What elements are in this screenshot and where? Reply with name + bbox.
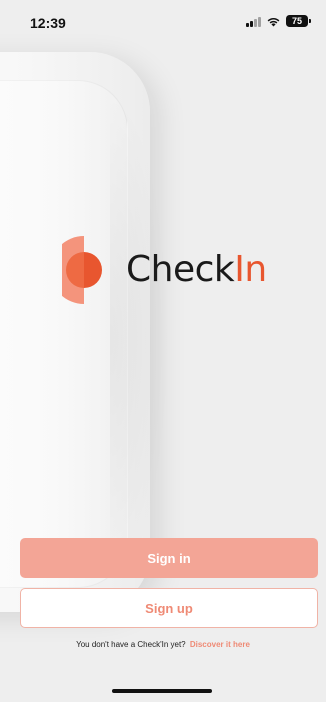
sign-in-button[interactable]: Sign in <box>20 538 318 578</box>
checkin-logo-mark-icon <box>62 236 106 304</box>
wifi-icon <box>266 16 281 27</box>
brand-wordmark-main: Check <box>126 249 235 290</box>
home-indicator[interactable] <box>112 689 212 693</box>
signal-icon <box>246 16 261 27</box>
brand-wordmark-accent: In <box>234 249 267 290</box>
discover-link[interactable]: Discover it here <box>190 640 250 649</box>
discover-question: You don't have a Check'In yet? <box>76 640 186 649</box>
discover-prompt: You don't have a Check'In yet? Discover … <box>0 640 326 649</box>
battery-icon: 75 <box>286 15 311 27</box>
background-shadow <box>110 90 170 590</box>
sign-up-button[interactable]: Sign up <box>20 588 318 628</box>
welcome-screen: 12:39 75 CheckIn Sign in Sign up You don… <box>0 0 326 702</box>
status-bar: 12:39 75 <box>0 0 326 44</box>
brand-logo: CheckIn <box>62 236 267 304</box>
status-time: 12:39 <box>30 15 66 31</box>
background-device-inner <box>0 80 128 588</box>
brand-wordmark: CheckIn <box>126 252 267 288</box>
status-icons: 75 <box>246 15 311 27</box>
